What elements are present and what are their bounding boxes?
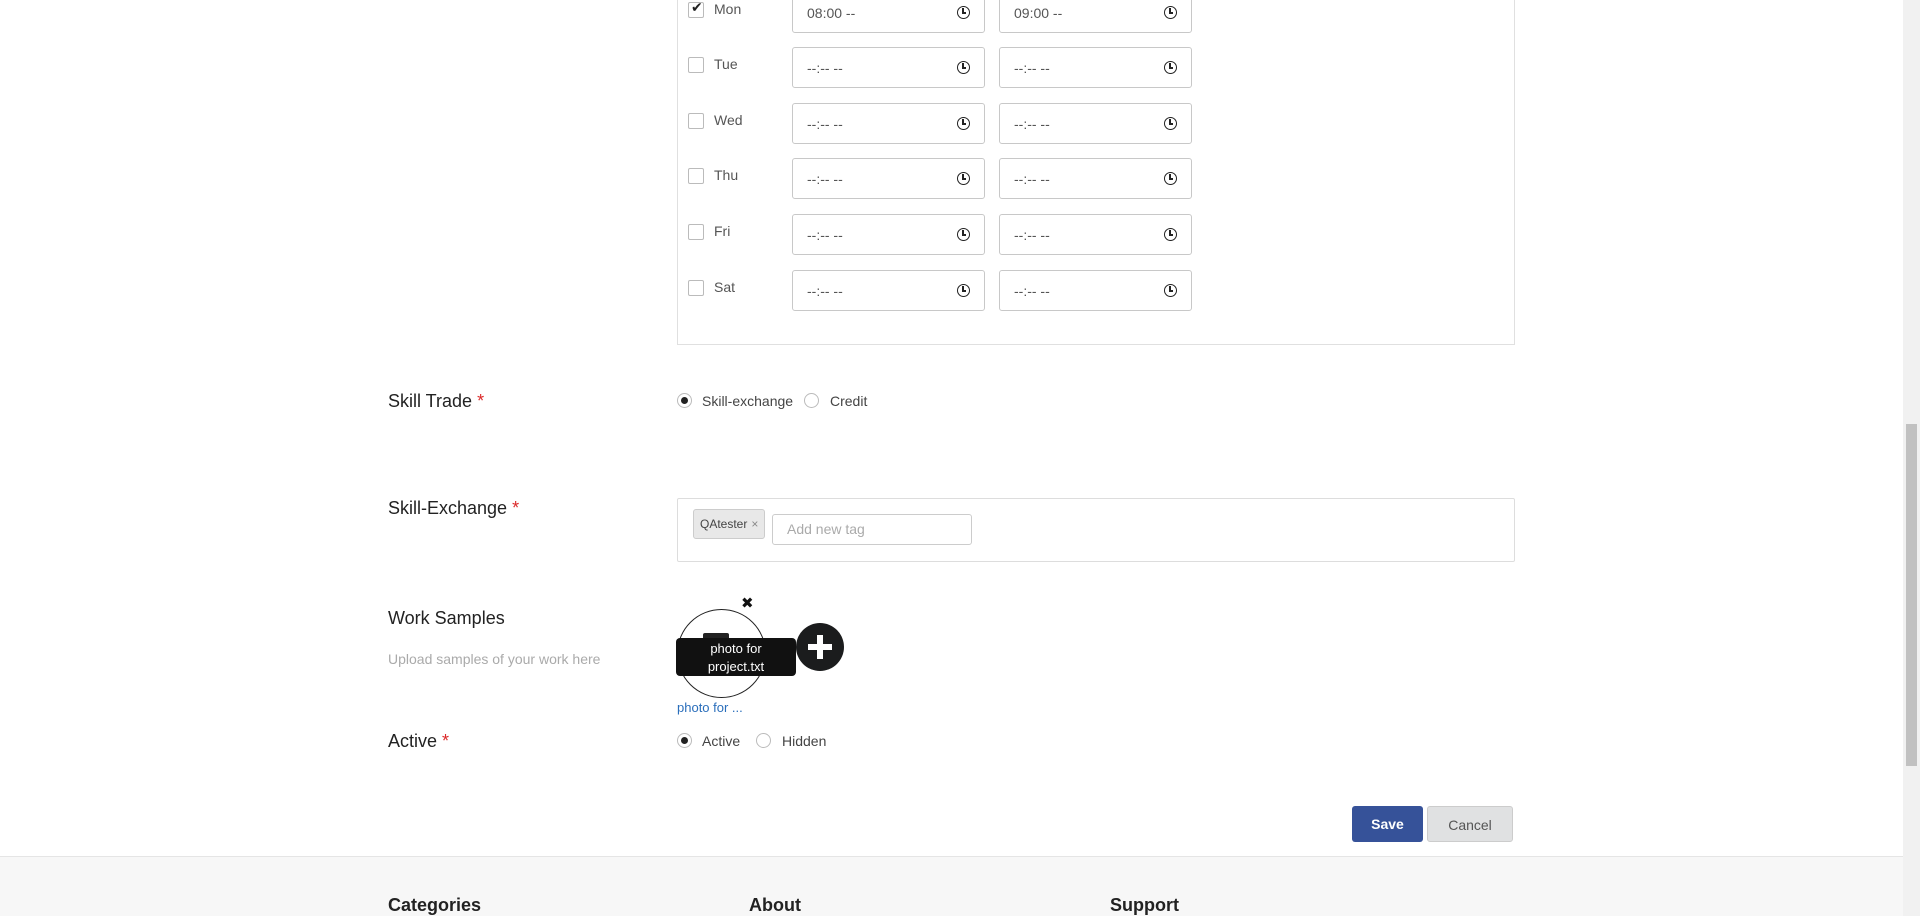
- clock-icon: [1164, 228, 1177, 241]
- tue-end-time-input[interactable]: --:-- --: [999, 47, 1192, 88]
- day-label-sat: Sat: [714, 279, 736, 295]
- wed-start-time-input[interactable]: --:-- --: [792, 103, 985, 144]
- clock-icon: [957, 228, 970, 241]
- required-mark: *: [477, 391, 485, 411]
- skill-exchange-label: Skill-Exchange *: [388, 498, 520, 518]
- clock-icon: [1164, 117, 1177, 130]
- active-label: Active *: [388, 731, 450, 751]
- work-sample-file-link[interactable]: photo for ...: [677, 700, 743, 715]
- footer-heading-categories: Categories: [388, 895, 482, 915]
- day-label-tue: Tue: [714, 56, 738, 72]
- sat-end-time-input[interactable]: --:-- --: [999, 270, 1192, 311]
- clock-icon: [1164, 172, 1177, 185]
- day-label-wed: Wed: [714, 112, 743, 128]
- active-radio[interactable]: [677, 733, 692, 748]
- sat-start-time-input[interactable]: --:-- --: [792, 270, 985, 311]
- clock-icon: [957, 117, 970, 130]
- footer-heading-about: About: [749, 895, 801, 915]
- tue-checkbox[interactable]: [688, 57, 704, 73]
- required-mark: *: [512, 498, 520, 518]
- page: Mon 08:00 -- 09:00 -- Tue --:-- -- --:--…: [0, 0, 1920, 916]
- hidden-radio-label[interactable]: Hidden: [782, 733, 826, 749]
- skill-trade-label: Skill Trade *: [388, 391, 485, 411]
- mon-end-time-input[interactable]: 09:00 --: [999, 0, 1192, 33]
- save-button[interactable]: Save: [1352, 806, 1423, 842]
- skill-exchange-tag-box: QAtester × Add new tag: [677, 498, 1515, 562]
- active-radio-label[interactable]: Active: [702, 733, 740, 749]
- wed-end-time-input[interactable]: --:-- --: [999, 103, 1192, 144]
- thu-start-time-input[interactable]: --:-- --: [792, 158, 985, 199]
- footer: [0, 856, 1903, 916]
- thu-end-time-input[interactable]: --:-- --: [999, 158, 1192, 199]
- sat-checkbox[interactable]: [688, 280, 704, 296]
- day-label-thu: Thu: [714, 167, 739, 183]
- day-label-fri: Fri: [714, 223, 731, 239]
- credit-radio[interactable]: [804, 393, 819, 408]
- skill-exchange-radio[interactable]: [677, 393, 692, 408]
- cancel-button[interactable]: Cancel: [1427, 806, 1513, 842]
- skill-exchange-radio-label[interactable]: Skill-exchange: [702, 393, 793, 409]
- work-samples-label: Work Samples: [388, 608, 505, 628]
- clock-icon: [1164, 61, 1177, 74]
- file-name-tooltip: photo for project.txt: [676, 638, 796, 676]
- required-mark: *: [442, 731, 450, 751]
- wed-checkbox[interactable]: [688, 113, 704, 129]
- mon-start-time-input[interactable]: 08:00 --: [792, 0, 985, 33]
- remove-sample-icon[interactable]: ✖: [741, 594, 754, 612]
- clock-icon: [957, 284, 970, 297]
- clock-icon: [1164, 6, 1177, 19]
- thu-checkbox[interactable]: [688, 168, 704, 184]
- tag-remove-icon[interactable]: ×: [751, 517, 758, 531]
- hidden-radio[interactable]: [756, 733, 771, 748]
- add-tag-input[interactable]: Add new tag: [772, 514, 972, 545]
- mon-checkbox[interactable]: [688, 0, 704, 18]
- work-samples-hint: Upload samples of your work here: [388, 651, 601, 667]
- tue-start-time-input[interactable]: --:-- --: [792, 47, 985, 88]
- credit-radio-label[interactable]: Credit: [830, 393, 867, 409]
- fri-end-time-input[interactable]: --:-- --: [999, 214, 1192, 255]
- skill-tag: QAtester ×: [693, 509, 766, 539]
- scrollbar-thumb[interactable]: [1906, 424, 1917, 766]
- footer-heading-support: Support: [1110, 895, 1179, 915]
- clock-icon: [957, 6, 970, 19]
- fri-checkbox[interactable]: [688, 224, 704, 240]
- fri-start-time-input[interactable]: --:-- --: [792, 214, 985, 255]
- clock-icon: [957, 61, 970, 74]
- day-label-mon: Mon: [714, 1, 742, 17]
- clock-icon: [1164, 284, 1177, 297]
- add-sample-plus-icon[interactable]: [796, 623, 844, 671]
- clock-icon: [957, 172, 970, 185]
